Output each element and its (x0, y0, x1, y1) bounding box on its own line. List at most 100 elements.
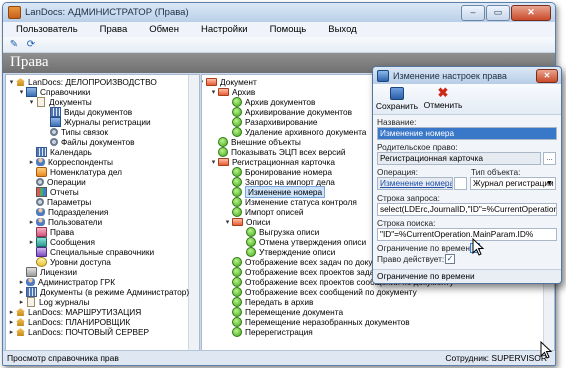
object-type-select[interactable]: Журнал регистрации ▼ (470, 177, 556, 190)
tree-item[interactable]: Уровни доступа (36, 257, 111, 267)
tree-item[interactable]: Бронирование номера (232, 167, 332, 177)
menu-help[interactable]: Помощь (270, 24, 307, 35)
tree-item[interactable]: Документы (в режиме Администратор) (26, 287, 189, 297)
tree-expander-icon[interactable]: ▸ (8, 329, 15, 336)
tree-item[interactable]: Перемещение документа (232, 307, 343, 317)
tree-item[interactable]: Изменение статуса контроля (232, 197, 357, 207)
menu-settings[interactable]: Настройки (201, 24, 248, 35)
tree-item[interactable]: Календарь (36, 147, 92, 157)
tree-item[interactable]: Удаление архивного документа (232, 127, 366, 137)
tree-expander-icon[interactable]: ▾ (210, 159, 217, 166)
edit-icon[interactable]: ✎ (7, 38, 21, 51)
tree-item[interactable]: Перемещение неразобранных документов (232, 317, 410, 327)
cancel-button[interactable]: ✖ Отменить (423, 86, 463, 111)
tree-item[interactable]: Описи (232, 217, 270, 227)
tree-expander-icon[interactable]: ▸ (18, 289, 25, 296)
tree-item[interactable]: Перерегистрация (232, 327, 313, 337)
tree-item[interactable]: Показывать ЭЦП всех версий (218, 147, 346, 157)
tree-expander-icon[interactable]: ▾ (28, 99, 35, 106)
left-tree-pane[interactable]: ▾ LanDocs: ДЕЛОПРОИЗВОДСТВО ▾ Справочники ▾ Д… (5, 74, 200, 351)
status-text: Просмотр справочника прав (7, 353, 119, 363)
title-bar[interactable]: LanDocs: АДМИНИСТРАТОР (Права) – ▭ ✕ (3, 3, 555, 22)
tree-item[interactable]: Импорт описей (232, 207, 303, 217)
tree-item[interactable]: Подразделения (36, 207, 108, 217)
tree-item[interactable]: Документы (36, 97, 92, 107)
tree-item-label: Передать в архив (245, 297, 314, 307)
name-field[interactable]: Изменение номера (377, 127, 557, 140)
tree-expander-icon[interactable]: ▸ (18, 299, 25, 306)
menu-exchange[interactable]: Обмен (149, 24, 179, 35)
active-label: Право действует: (377, 254, 445, 264)
left-scrollbar[interactable] (188, 75, 199, 350)
tree-item[interactable]: Параметры (36, 197, 91, 207)
active-checkbox[interactable]: ✓ (445, 254, 455, 264)
operation-browse-icon[interactable] (454, 177, 467, 190)
tree-item[interactable]: LanDocs: ПОЧТОВЫЙ СЕРВЕР (16, 327, 149, 337)
tree-expander-icon[interactable]: ▸ (28, 219, 35, 226)
tree-item[interactable]: Сообщения (36, 237, 95, 247)
tree-item[interactable]: Архив документов (232, 97, 315, 107)
edit-right-dialog: Изменение настроек права ✕ Сохранить ✖ О… (372, 66, 562, 284)
dialog-close-button[interactable]: ✕ (536, 69, 558, 83)
tree-item[interactable]: Изменение номера (232, 186, 326, 198)
search-field[interactable]: "ID"=%CurrentOperation.MainParam.ID% (377, 228, 557, 241)
tree-item[interactable]: Лицензии (26, 267, 77, 277)
tree-item[interactable]: Типы связок (50, 127, 108, 137)
tree-item[interactable]: Журналы регистрации (50, 117, 151, 127)
parent-browse-icon[interactable]: … (543, 152, 556, 165)
tree-expander-icon[interactable]: ▾ (224, 219, 231, 226)
menu-exit[interactable]: Выход (328, 24, 356, 35)
tree-item[interactable]: Утверждение описи (246, 247, 335, 257)
save-button[interactable]: Сохранить (376, 87, 418, 111)
tree-item[interactable]: Администратор ГРК (26, 277, 115, 287)
tree-item[interactable]: Справочники (26, 87, 90, 97)
tree-item[interactable]: Log журналы (26, 297, 89, 307)
tree-item[interactable]: Регистрационная карточка (218, 157, 335, 167)
operation-link[interactable]: Изменение номера (380, 178, 452, 188)
tree-item[interactable]: Документ (206, 77, 257, 87)
parent-field[interactable]: Регистрационная карточка (377, 152, 541, 165)
menu-user[interactable]: Пользователь (16, 24, 78, 35)
tree-item[interactable]: Номенклатура дел (36, 167, 122, 177)
tree-item[interactable]: Виды документов (50, 107, 132, 117)
tree-item[interactable]: Выгрузка описи (246, 227, 319, 237)
tree-item[interactable]: Файлы документов (50, 137, 135, 147)
tree-item[interactable]: Передать в архив (232, 297, 313, 307)
tree-item-label: Документы (49, 97, 92, 107)
query-field[interactable]: select(LDErc,JournalID,"ID"=%CurrentOper… (377, 203, 557, 216)
tree-item[interactable]: Внешние объекты (218, 137, 301, 147)
minimize-button[interactable]: – (461, 5, 485, 21)
tree-item[interactable]: LanDocs: ДЕЛОПРОИЗВОДСТВО (16, 77, 157, 87)
tree-expander-icon[interactable]: ▸ (28, 239, 35, 246)
tree-item[interactable]: Отмена утверждения описи (246, 237, 366, 247)
tree-item[interactable]: Пользователи (36, 217, 102, 227)
tree-expander-icon[interactable]: ▸ (18, 279, 25, 286)
tree-item[interactable]: Операции (36, 177, 86, 187)
dialog-title-bar[interactable]: Изменение настроек права ✕ (373, 67, 561, 84)
tree-item[interactable]: Разархивирование (232, 117, 318, 127)
tree-item[interactable]: Отображение всех сообщений по документу (232, 287, 417, 297)
tree-expander-icon[interactable]: ▾ (210, 89, 217, 96)
tree-expander-icon[interactable]: ▾ (18, 89, 25, 96)
green-icon (232, 187, 242, 197)
tree-expander-icon[interactable]: ▾ (202, 79, 205, 86)
tree-item[interactable]: Отчеты (36, 187, 79, 197)
tree-expander-icon[interactable]: ▸ (8, 309, 15, 316)
tree-item[interactable]: Права (36, 227, 74, 237)
tree-item[interactable]: Архивирование документов (232, 107, 352, 117)
close-button[interactable]: ✕ (511, 5, 551, 21)
tree-item[interactable]: Корреспонденты (36, 157, 113, 167)
dialog-toolbar: Сохранить ✖ Отменить (373, 84, 561, 115)
refresh-icon[interactable]: ⟳ (24, 38, 38, 51)
maximize-button[interactable]: ▭ (486, 5, 510, 21)
tree-item[interactable]: Отображение всех задач по документ (232, 257, 391, 267)
tree-expander-icon[interactable]: ▸ (8, 319, 15, 326)
tree-expander-icon[interactable]: ▸ (28, 159, 35, 166)
menu-rights[interactable]: Права (100, 24, 128, 35)
tree-expander-icon[interactable]: ▾ (8, 79, 15, 86)
tree-item[interactable]: LanDocs: МАРШРУТИЗАЦИЯ (16, 307, 141, 317)
tree-item[interactable]: Специальные справочники (36, 247, 154, 257)
tree-item[interactable]: LanDocs: ПЛАНИРОВЩИК (16, 317, 130, 327)
tree-item[interactable]: Архив (218, 87, 255, 97)
operation-field[interactable]: Изменение номера (377, 177, 453, 190)
